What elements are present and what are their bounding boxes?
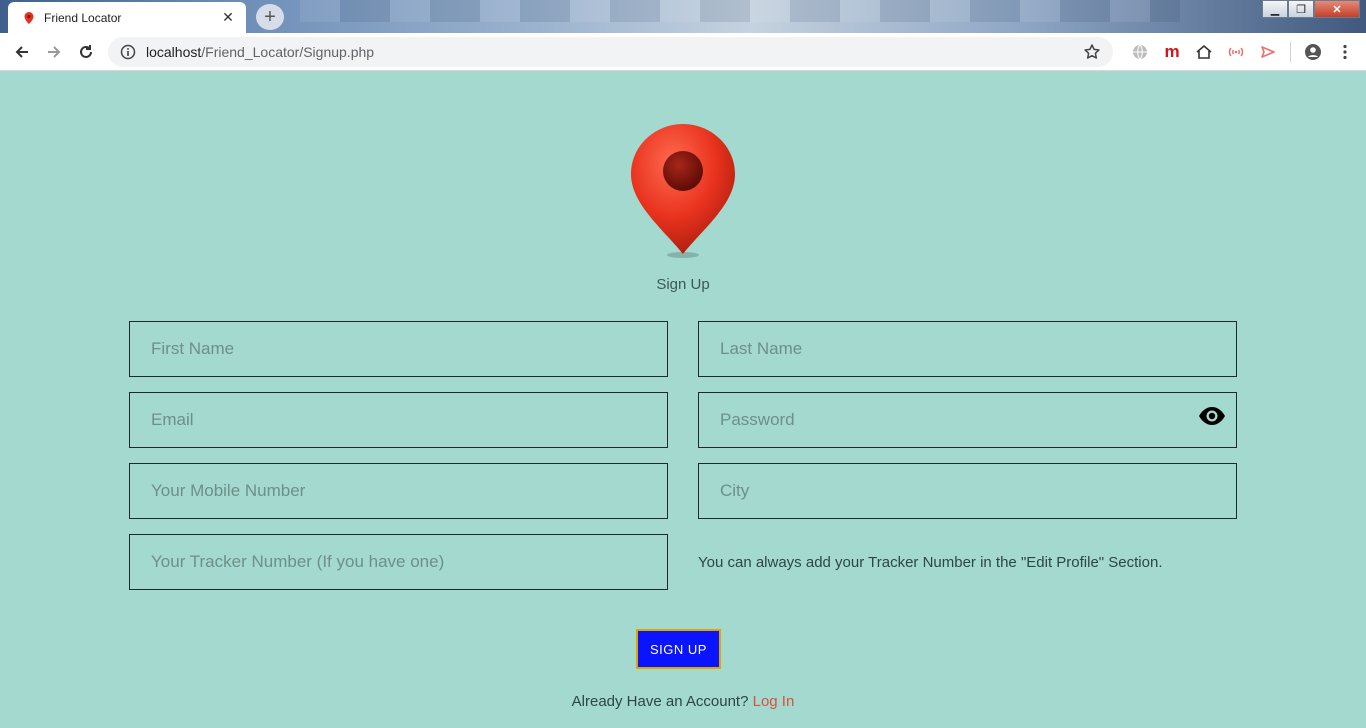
m-extension-icon[interactable]: m	[1156, 41, 1188, 63]
m-extension-label: m	[1164, 42, 1180, 61]
login-prompt: Already Have an Account? Log In	[0, 693, 1366, 710]
login-prompt-text: Already Have an Account?	[571, 693, 749, 710]
tracker-number-input[interactable]	[130, 535, 667, 589]
toolbar-separator	[1290, 42, 1291, 62]
map-pin-favicon-icon	[22, 11, 36, 25]
login-link[interactable]: Log In	[753, 693, 795, 710]
last-name-input[interactable]	[699, 322, 1236, 376]
window-controls: ▁ ❐ ✕	[1262, 0, 1360, 18]
reload-icon[interactable]	[70, 36, 102, 68]
password-field	[698, 392, 1237, 448]
tracker-number-note: You can always add your Tracker Number i…	[698, 554, 1163, 571]
signup-page: Sign Up You can always add your Tracker …	[0, 71, 1366, 728]
mobile-number-field	[129, 463, 668, 519]
profile-avatar-icon[interactable]	[1297, 41, 1329, 63]
browser-menu-icon[interactable]	[1329, 41, 1361, 63]
map-pin-logo-icon	[631, 124, 735, 258]
minimize-window-icon[interactable]: ▁	[1262, 0, 1288, 18]
site-info-icon[interactable]	[120, 44, 136, 60]
back-icon[interactable]	[6, 36, 38, 68]
send-extension-icon[interactable]	[1252, 41, 1284, 63]
city-input[interactable]	[699, 464, 1236, 518]
tab-close-icon[interactable]: ✕	[220, 9, 236, 26]
url-text: localhost/Friend_Locator/Signup.php	[146, 44, 1083, 60]
city-field	[698, 463, 1237, 519]
url-host: localhost	[146, 44, 202, 60]
browser-titlebar: Friend Locator ✕ + ▁ ❐ ✕	[0, 0, 1366, 33]
page-title: Sign Up	[656, 276, 710, 293]
first-name-field	[129, 321, 668, 377]
restore-window-icon[interactable]: ❐	[1288, 0, 1314, 18]
forward-icon[interactable]	[38, 36, 70, 68]
password-input[interactable]	[699, 393, 1236, 447]
bookmark-star-icon[interactable]	[1083, 43, 1101, 61]
last-name-field	[698, 321, 1237, 377]
browser-toolbar: localhost/Friend_Locator/Signup.php m	[0, 33, 1366, 71]
tracker-number-field	[129, 534, 668, 590]
show-password-eye-icon[interactable]	[1198, 405, 1226, 427]
globe-extension-icon[interactable]	[1124, 41, 1156, 63]
new-tab-button[interactable]: +	[256, 4, 284, 30]
home-icon[interactable]	[1188, 41, 1220, 63]
address-bar[interactable]: localhost/Friend_Locator/Signup.php	[108, 37, 1113, 67]
browser-tab[interactable]: Friend Locator ✕	[8, 2, 246, 33]
url-path: /Friend_Locator/Signup.php	[201, 44, 375, 60]
mobile-number-input[interactable]	[130, 464, 667, 518]
first-name-input[interactable]	[130, 322, 667, 376]
close-window-icon[interactable]: ✕	[1314, 0, 1360, 18]
tab-title: Friend Locator	[44, 10, 122, 25]
sign-up-button[interactable]: SIGN UP	[636, 629, 721, 669]
email-field	[129, 392, 668, 448]
cast-extension-icon[interactable]	[1220, 41, 1252, 63]
extensions-area: m	[1124, 41, 1361, 63]
email-input[interactable]	[130, 393, 667, 447]
